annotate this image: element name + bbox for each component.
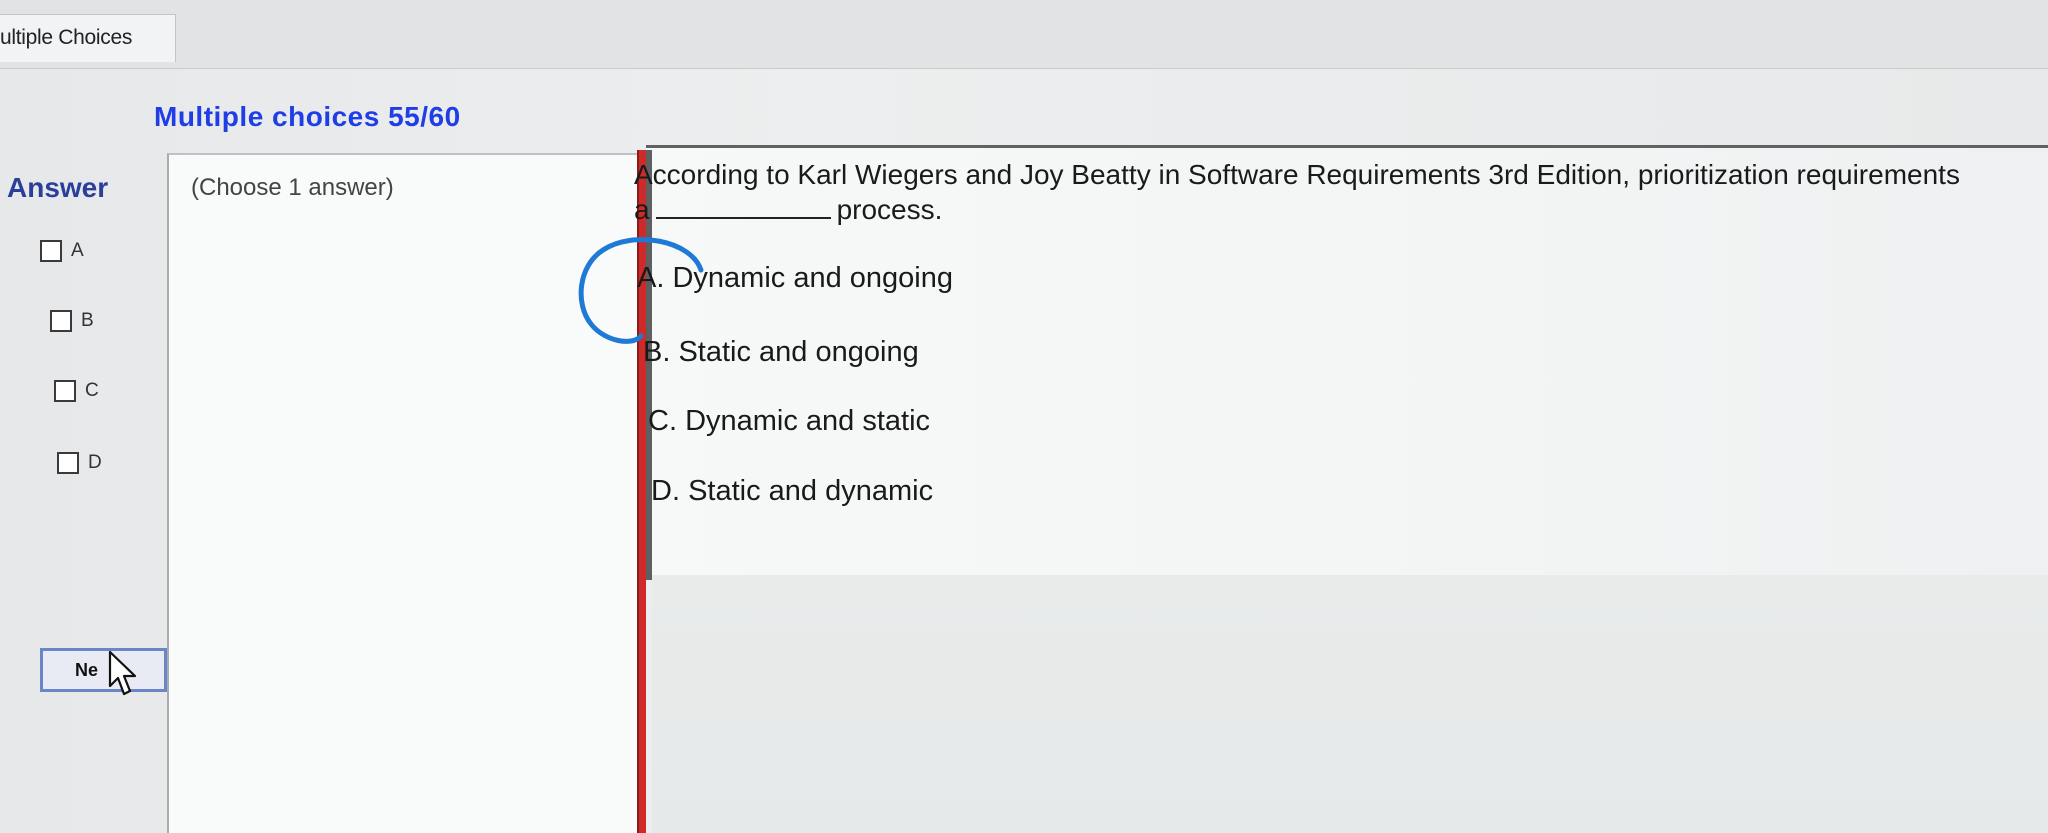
question-text: According to Karl Wiegers and Joy Beatty…	[634, 157, 1960, 227]
question-line-2-prefix: a	[634, 194, 650, 225]
answer-option-label: B	[81, 310, 94, 331]
page-title: Multiple choices 55/60	[154, 101, 461, 132]
answer-option-c[interactable]: C	[54, 377, 99, 405]
checkbox-icon[interactable]	[40, 240, 62, 262]
instruction-text: (Choose 1 answer)	[191, 174, 394, 201]
answer-option-a[interactable]: A	[40, 237, 84, 265]
app-window: ultiple Choices Multiple choices 55/60 A…	[0, 0, 2048, 833]
answer-option-d[interactable]: D	[57, 449, 102, 477]
hand-drawn-circle-annotation	[578, 237, 704, 344]
checkbox-icon[interactable]	[57, 452, 79, 474]
tab-multiple-choices[interactable]: ultiple Choices	[0, 14, 176, 62]
answer-option-label: D	[88, 452, 102, 473]
tab-strip: ultiple Choices	[0, 0, 2048, 69]
question-line-2-suffix: process.	[836, 194, 943, 225]
choice-letter: C.	[648, 405, 677, 437]
instruction-panel: (Choose 1 answer)	[167, 153, 639, 833]
next-button[interactable]: Ne	[40, 648, 167, 692]
answer-label: Answer	[7, 172, 109, 203]
answer-option-b[interactable]: B	[50, 307, 94, 335]
checkbox-icon[interactable]	[50, 310, 72, 332]
choice-letter: D.	[651, 475, 680, 507]
choice-text: Dynamic and ongoing	[672, 262, 953, 294]
question-line-2: a process.	[634, 192, 1960, 227]
choice-d[interactable]: D. Static and dynamic	[651, 475, 933, 508]
answer-option-label: A	[71, 240, 84, 261]
choice-text: Dynamic and static	[685, 405, 931, 437]
choice-text: Static and dynamic	[688, 475, 934, 507]
checkbox-icon[interactable]	[54, 380, 76, 402]
mouse-cursor-icon	[108, 650, 137, 696]
choice-c[interactable]: C. Dynamic and static	[648, 405, 930, 438]
answer-option-label: C	[85, 380, 99, 401]
answer-blank	[655, 217, 831, 219]
choice-text: Static and ongoing	[678, 336, 919, 368]
question-line-1: According to Karl Wiegers and Joy Beatty…	[634, 159, 1960, 190]
question-panel-lower	[652, 575, 2048, 833]
